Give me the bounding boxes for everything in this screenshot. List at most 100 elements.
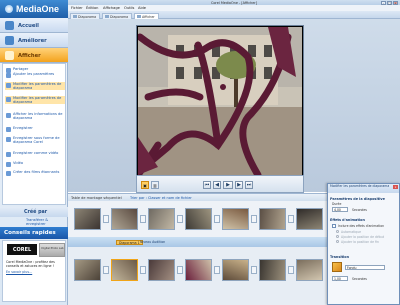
previous-slide-button[interactable]: ◀	[213, 181, 221, 189]
close-window-button[interactable]: ×	[393, 0, 398, 5]
maximize-button[interactable]: □	[387, 0, 392, 5]
transition-slot[interactable]	[251, 266, 257, 274]
task-video[interactable]: Vidéo	[5, 161, 65, 167]
transition-preview-icon[interactable]	[332, 262, 342, 272]
menu-tools[interactable]: Outils	[124, 6, 134, 10]
transition-slot[interactable]	[177, 215, 183, 223]
quick-tips-panel: COREL Digital Photo Lab Corel MediaOne :…	[2, 240, 66, 302]
slide-thumbnail[interactable]	[74, 259, 101, 281]
panel-title: Modifier les paramètres de diaporama	[328, 184, 399, 193]
corel-logo: COREL	[7, 244, 37, 255]
slide-thumbnail[interactable]	[296, 208, 323, 230]
slide-thumbnail[interactable]	[185, 259, 212, 281]
anim-auto-radio[interactable]	[336, 230, 339, 233]
next-slide-button[interactable]: ▶	[235, 181, 243, 189]
app-name: MediaOne	[16, 4, 60, 14]
task-slideshow-settings-2[interactable]: Modifier les paramètres de diaporama	[5, 96, 65, 105]
animation-checkbox-label: Inclure des effets d'animation	[338, 224, 385, 228]
anim-auto-label: Automatique	[341, 230, 361, 234]
slide-thumbnail[interactable]	[259, 259, 286, 281]
slideshow-icon	[6, 82, 11, 88]
first-icon: ⏮	[204, 182, 210, 188]
tip-text: Corel MediaOne : profitez des conseils e…	[6, 260, 55, 268]
slide-thumbnail[interactable]	[296, 259, 323, 281]
play-icon: ▶	[226, 182, 230, 188]
create-section-header[interactable]: Créé par	[0, 207, 68, 217]
first-slide-button[interactable]: ⏮	[203, 181, 211, 189]
logo-icon	[5, 5, 13, 13]
transition-slot[interactable]	[103, 215, 109, 223]
minimize-button[interactable]: –	[381, 0, 386, 5]
slide-thumbnail[interactable]	[74, 208, 101, 230]
slide-thumbnail[interactable]	[185, 208, 212, 230]
nav-enhance-label: Améliorer	[18, 37, 47, 44]
photo-preview	[138, 27, 302, 175]
transition-heading: Transition	[330, 255, 350, 259]
nav-home-label: Accueil	[18, 22, 39, 29]
task-save[interactable]: Enregistrer	[5, 126, 65, 132]
task-add-settings[interactable]: Ajouter les paramètres	[5, 72, 65, 78]
view-mode-split-button[interactable]: ▥	[151, 181, 159, 189]
slide-settings-heading: Paramètres de la diapositive	[330, 197, 385, 201]
transition-slot[interactable]	[214, 266, 220, 274]
transition-slot[interactable]	[177, 266, 183, 274]
nav-enhance-button[interactable]: Améliorer	[0, 33, 68, 48]
nav-view-button[interactable]: Afficher	[0, 48, 68, 63]
transition-slot[interactable]	[214, 215, 220, 223]
animation-checkbox[interactable]	[332, 224, 336, 228]
transition-select[interactable]: Fondu	[345, 265, 385, 270]
transition-slot[interactable]	[103, 266, 109, 274]
last-slide-button[interactable]: ⏭	[245, 181, 253, 189]
tab-image-icon	[136, 15, 141, 19]
view-icon	[5, 51, 14, 60]
video-save-icon	[6, 151, 11, 157]
photo-viewer	[136, 25, 304, 193]
slide-thumbnail[interactable]	[148, 208, 175, 230]
duration-unit: Secondes	[352, 208, 367, 212]
transition-duration-input[interactable]: 1,00	[332, 276, 348, 281]
transition-duration-unit: Secondes	[352, 277, 367, 281]
task-share[interactable]: Partager	[5, 67, 65, 73]
audio-level-tag[interactable]: Niveau Audition	[138, 240, 167, 245]
task-list: Partager Ajouter les paramètres Modifier…	[2, 63, 66, 205]
slide-thumbnail[interactable]	[148, 259, 175, 281]
slide-thumbnail[interactable]	[222, 259, 249, 281]
slide-thumbnail[interactable]	[111, 208, 138, 230]
learn-more-link[interactable]: En savoir plus...	[6, 270, 32, 274]
nav-home-button[interactable]: Accueil	[0, 18, 68, 33]
task-save-corel[interactable]: Enregistrer sous forme de diaporama Core…	[5, 136, 65, 144]
menu-help[interactable]: Aide	[138, 6, 146, 10]
menu-edit[interactable]: Édition	[86, 6, 98, 10]
slide-thumbnail[interactable]	[222, 208, 249, 230]
transition-slot[interactable]	[140, 266, 146, 274]
duration-input[interactable]: 4,00	[332, 207, 348, 212]
menu-file[interactable]: Fichier	[71, 6, 83, 10]
timeline-separator: Diaporama 1 Niveau Audition	[68, 237, 330, 247]
task-slideshow-settings[interactable]: Modifier les paramètres de diaporama	[5, 82, 65, 91]
slide-thumbnail[interactable]	[259, 208, 286, 230]
task-slideshow-info[interactable]: Afficher les informations de diaporama	[5, 112, 65, 120]
task-create-films[interactable]: Créer des films étonnants	[5, 170, 65, 176]
menu-view[interactable]: Affichage	[103, 6, 120, 10]
panel-close-button[interactable]: x	[393, 185, 398, 189]
sort-dropdown[interactable]: Trier par : Classer et nom de fichier	[130, 196, 192, 200]
create-transfer-link[interactable]: Transférer & enregistrer	[2, 218, 66, 226]
task-save-video[interactable]: Enregistrer comme vidéo	[5, 151, 65, 157]
transition-slot[interactable]	[288, 266, 294, 274]
transition-slot[interactable]	[251, 215, 257, 223]
play-button[interactable]: ▶	[223, 181, 233, 189]
storyboard-mode-label[interactable]: Table de montage séquentiel	[71, 196, 122, 200]
next-icon: ▶	[237, 182, 241, 188]
transition-slot[interactable]	[288, 215, 294, 223]
info-icon	[6, 112, 11, 118]
anim-end-label: Ajouter la position de fin	[341, 240, 379, 244]
slideshow-settings-panel: Modifier les paramètres de diaporama x P…	[327, 183, 400, 305]
transition-slot[interactable]	[140, 215, 146, 223]
anim-start-radio[interactable]	[336, 235, 339, 238]
video-icon	[6, 161, 11, 167]
product-box-image	[39, 243, 65, 257]
view-mode-single-button[interactable]: ▣	[141, 181, 149, 189]
anim-end-radio[interactable]	[336, 240, 339, 243]
slide-thumbnail-selected[interactable]	[111, 259, 138, 281]
storyboard-strip-bottom	[68, 247, 330, 305]
